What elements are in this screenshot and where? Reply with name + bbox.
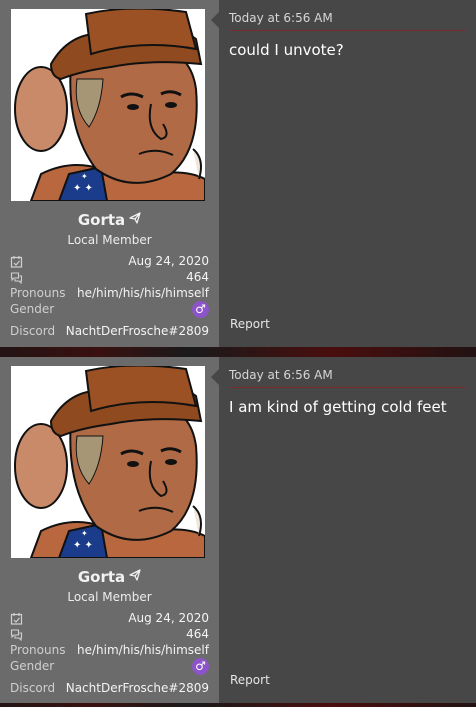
message-count: 464 [186, 627, 209, 641]
user-stats: Aug 24, 2020 464 Pronouns he/him/his/his… [10, 610, 209, 698]
joined-date: Aug 24, 2020 [128, 611, 209, 625]
svg-text:✦: ✦ [81, 529, 88, 538]
post-pointer-arrow [211, 369, 219, 385]
cowboy-avatar-image: ✦ ✦ ✦ [11, 366, 205, 558]
report-link[interactable]: Report [230, 673, 270, 687]
post-body: could I unvote? [229, 41, 344, 59]
post-pointer-arrow [211, 12, 219, 28]
discord-row: Discord NachtDerFrosche#2809 [10, 321, 209, 341]
messages-row: 464 [10, 269, 209, 285]
user-title: Local Member [67, 590, 152, 604]
svg-text:✦: ✦ [81, 172, 88, 181]
discord-label: Discord [10, 324, 56, 338]
paper-plane-icon [129, 569, 141, 584]
cowboy-avatar-image: ✦ ✦ ✦ [11, 9, 205, 201]
calendar-check-icon [10, 612, 23, 625]
post-meta: Today at 6:56 AM [229, 0, 466, 31]
post-timestamp[interactable]: Today at 6:56 AM [229, 11, 333, 25]
username-row: Gorta [10, 568, 209, 586]
post-separator [0, 347, 476, 357]
post-separator [0, 703, 476, 707]
gender-row: Gender ♂ [10, 657, 209, 675]
paper-plane-icon [129, 212, 141, 227]
discord-value: NachtDerFrosche#2809 [65, 324, 209, 338]
pronouns-label: Pronouns [10, 643, 66, 657]
male-symbol-icon: ♂ [192, 300, 209, 318]
post-timestamp[interactable]: Today at 6:56 AM [229, 368, 333, 382]
report-link[interactable]: Report [230, 317, 270, 331]
post-body: I am kind of getting cold feet [229, 398, 447, 416]
gender-row: Gender ♂ [10, 300, 209, 318]
messages-row: 464 [10, 626, 209, 642]
calendar-check-icon [10, 255, 23, 268]
pronouns-row: Pronouns he/him/his/his/himself [10, 285, 209, 301]
post-content: Today at 6:56 AM could I unvote? Report [219, 0, 476, 347]
forum-post: ✦ ✦ ✦ Gorta Local Member Aug 24, 2020 46… [0, 357, 476, 703]
chat-bubbles-icon [10, 271, 23, 284]
avatar[interactable]: ✦ ✦ ✦ [11, 9, 205, 201]
pronouns-row: Pronouns he/him/his/his/himself [10, 642, 209, 658]
pronouns-value: he/him/his/his/himself [77, 286, 209, 300]
pronouns-value: he/him/his/his/himself [77, 643, 209, 657]
message-count: 464 [186, 270, 209, 284]
username[interactable]: Gorta [78, 568, 125, 586]
svg-text:✦ ✦: ✦ ✦ [73, 540, 93, 551]
discord-label: Discord [10, 681, 56, 695]
gender-label: Gender [10, 659, 55, 673]
avatar[interactable]: ✦ ✦ ✦ [11, 366, 205, 558]
user-stats: Aug 24, 2020 464 Pronouns he/him/his/his… [10, 253, 209, 341]
male-symbol-icon: ♂ [192, 657, 209, 675]
joined-date: Aug 24, 2020 [128, 254, 209, 268]
gender-label: Gender [10, 302, 55, 316]
username[interactable]: Gorta [78, 211, 125, 229]
forum-post: ✦ ✦ ✦ Gorta Local Member Aug 24, 2020 46… [0, 0, 476, 347]
svg-text:✦ ✦: ✦ ✦ [73, 183, 93, 194]
joined-row: Aug 24, 2020 [10, 253, 209, 269]
post-content: Today at 6:56 AM I am kind of getting co… [219, 357, 476, 703]
discord-value: NachtDerFrosche#2809 [65, 681, 209, 695]
user-panel: ✦ ✦ ✦ Gorta Local Member Aug 24, 2020 46… [0, 0, 219, 347]
chat-bubbles-icon [10, 628, 23, 641]
pronouns-label: Pronouns [10, 286, 66, 300]
username-row: Gorta [10, 211, 209, 229]
joined-row: Aug 24, 2020 [10, 610, 209, 626]
post-meta: Today at 6:56 AM [229, 357, 466, 388]
user-title: Local Member [67, 233, 152, 247]
user-panel: ✦ ✦ ✦ Gorta Local Member Aug 24, 2020 46… [0, 357, 219, 703]
discord-row: Discord NachtDerFrosche#2809 [10, 678, 209, 698]
